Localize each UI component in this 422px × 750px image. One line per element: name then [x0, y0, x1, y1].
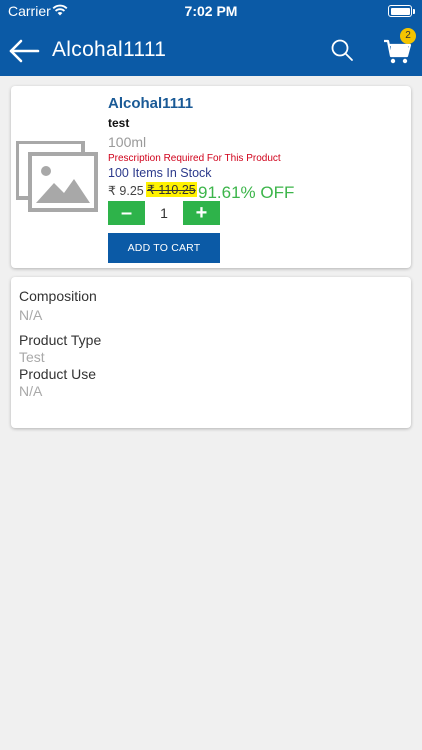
search-icon[interactable] [330, 38, 354, 62]
product-type-value: Test [19, 349, 45, 365]
battery-icon [388, 5, 415, 17]
composition-label: Composition [19, 288, 97, 304]
cart-count-badge: 2 [400, 28, 416, 44]
decrease-quantity-button[interactable]: – [108, 201, 145, 225]
product-brand: test [108, 116, 130, 130]
page-title: Alcohal1111 [52, 38, 167, 61]
add-to-cart-button[interactable]: ADD TO CART [108, 233, 220, 263]
product-image-placeholder-icon [16, 141, 98, 212]
product-name: Alcohal1111 [108, 95, 194, 112]
product-pack-size: 100ml [108, 134, 147, 150]
product-card: Alcohal1111 test 100ml Prescription Requ… [11, 86, 411, 268]
composition-value: N/A [19, 307, 43, 323]
mrp-price: ₹ 110.25 [146, 182, 197, 197]
prescription-note: Prescription Required For This Product [108, 153, 281, 164]
status-bar: Carrier 7:02 PM [0, 0, 422, 22]
selling-price: ₹ 9.25 [108, 184, 144, 198]
increase-quantity-button[interactable]: + [183, 201, 220, 225]
product-details-card: Composition N/A Product Type Test Produc… [11, 277, 411, 428]
discount-label: 91.61% OFF [198, 183, 295, 202]
product-use-label: Product Use [19, 366, 97, 382]
back-arrow-icon[interactable] [8, 37, 40, 65]
stock-status: 100 Items In Stock [108, 166, 212, 180]
app-header: Carrier 7:02 PM Alcohal1111 2 [0, 0, 422, 76]
product-type-label: Product Type [19, 332, 102, 348]
status-time: 7:02 PM [184, 3, 238, 19]
product-use-value: N/A [19, 383, 43, 399]
quantity-input[interactable] [145, 201, 183, 225]
